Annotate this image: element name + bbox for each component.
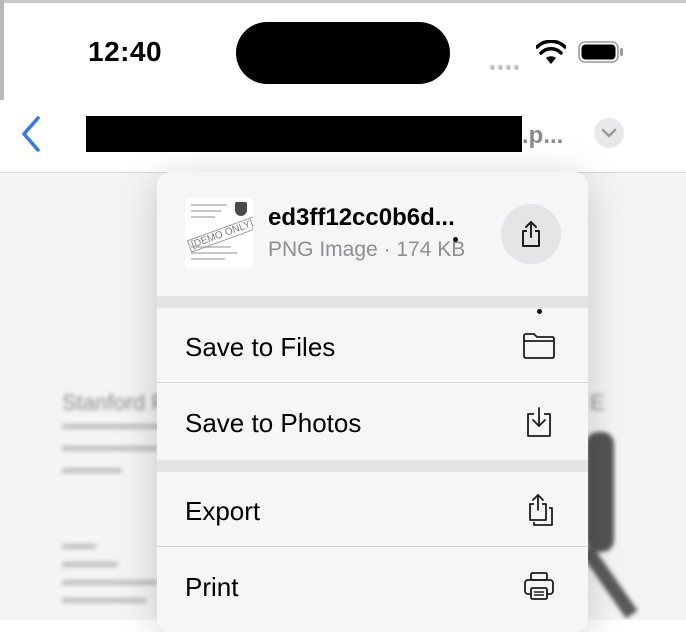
document-line <box>62 446 158 451</box>
menu-section-gap <box>157 296 588 308</box>
document-title-blurred: Stanford F <box>62 390 165 415</box>
document-line <box>62 544 96 549</box>
cellular-dots-icon <box>490 57 522 75</box>
document-mark-blurred <box>580 544 638 619</box>
share-menu: [DEMO ONLY] ed3ff12cc0b6d... PNG Image ·… <box>157 172 588 632</box>
document-title-end-blurred: E <box>590 390 605 415</box>
wifi-icon <box>536 40 566 64</box>
redacted-file-title <box>86 116 522 152</box>
file-thumbnail: [DEMO ONLY] <box>185 198 253 268</box>
menu-item-export[interactable]: Export <box>157 472 588 547</box>
status-time: 12:40 <box>88 36 163 67</box>
menu-item-print[interactable]: Print <box>157 548 588 623</box>
menu-separator <box>157 546 588 547</box>
share-icon <box>522 221 540 247</box>
back-chevron-icon[interactable] <box>16 114 46 154</box>
battery-icon <box>578 41 623 63</box>
menu-item-label: Print <box>185 572 239 602</box>
thumbnail-seal <box>235 202 247 216</box>
menu-separator <box>157 382 588 383</box>
download-tray-icon <box>527 407 551 437</box>
menu-item-label: Save to Files <box>185 332 336 362</box>
export-icon <box>529 494 553 526</box>
printer-icon <box>524 572 554 600</box>
title-menu-button[interactable] <box>594 118 624 148</box>
document-line <box>62 424 172 429</box>
menu-item-label: Save to Photos <box>185 408 362 438</box>
folder-icon <box>523 333 555 359</box>
status-bar: 12:40 <box>0 0 686 100</box>
document-line <box>62 580 158 585</box>
document-line <box>62 468 122 473</box>
share-button[interactable] <box>501 204 561 264</box>
document-image-blurred <box>586 432 614 552</box>
document-line <box>62 598 146 603</box>
file-meta: PNG Image · 174 KB <box>268 238 466 261</box>
menu-item-save-to-files[interactable]: Save to Files <box>157 308 588 383</box>
file-name: ed3ff12cc0b6d... <box>268 204 455 231</box>
dynamic-island <box>236 22 450 84</box>
menu-item-save-to-photos[interactable]: Save to Photos <box>157 384 588 459</box>
document-line <box>62 562 118 567</box>
file-info-header: [DEMO ONLY] ed3ff12cc0b6d... PNG Image ·… <box>157 172 588 296</box>
chevron-down-icon <box>601 128 617 138</box>
menu-section-gap <box>157 460 588 472</box>
nav-title-extension: .p... <box>522 122 564 149</box>
navigation-bar: .p... <box>0 100 686 173</box>
cursor-dot <box>453 237 458 242</box>
cursor-dot <box>537 309 542 314</box>
menu-item-label: Export <box>185 496 261 526</box>
